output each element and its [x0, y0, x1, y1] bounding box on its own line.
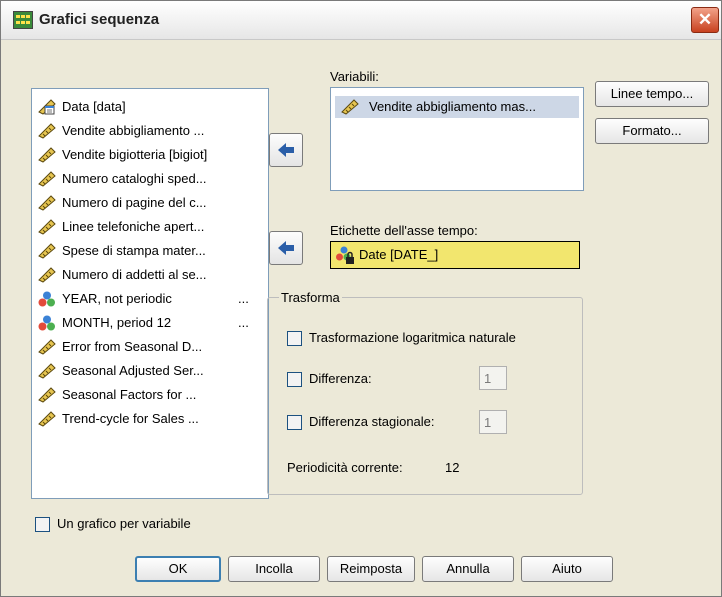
list-item-label: Seasonal Adjusted Ser... — [62, 363, 204, 378]
scale-ruler-icon — [38, 387, 56, 403]
list-item[interactable]: Numero cataloghi sped... — [38, 169, 264, 189]
nominal-date-icon — [335, 246, 355, 264]
seasonal-difference-label: Differenza stagionale: — [309, 414, 435, 429]
list-item-label: MONTH, period 12 — [62, 315, 172, 330]
reset-button[interactable]: Reimposta — [327, 556, 415, 582]
list-item[interactable]: Numero di pagine del c... — [38, 193, 264, 213]
one-chart-per-variable-checkbox[interactable] — [35, 517, 50, 532]
scale-ruler-icon — [341, 99, 359, 115]
title-bar[interactable]: Grafici sequenza ✕ — [1, 1, 721, 40]
natural-log-checkbox[interactable] — [287, 331, 302, 346]
list-item-label: Numero cataloghi sped... — [62, 171, 207, 186]
list-item-label: YEAR, not periodic — [62, 291, 172, 306]
list-item[interactable]: Trend-cycle for Sales ... — [38, 409, 264, 429]
current-periodicity-value: 12 — [445, 460, 460, 475]
window-title: Grafici sequenza — [39, 11, 160, 28]
list-item-label: Vendite abbigliamento ... — [62, 123, 205, 138]
list-item-ellipsis: ... — [238, 315, 249, 330]
move-to-variables-button[interactable] — [269, 133, 303, 167]
list-item[interactable]: Seasonal Adjusted Ser... — [38, 361, 264, 381]
selected-variable-label: Vendite abbigliamento mas... — [369, 99, 536, 114]
source-variable-list[interactable]: Data [data] Vendite abbigliamento ... Vend… — [31, 88, 269, 499]
list-item-label: Numero di addetti al se... — [62, 267, 207, 282]
difference-checkbox[interactable] — [287, 372, 302, 387]
scale-ruler-icon — [38, 267, 56, 283]
nominal-icon — [38, 315, 56, 331]
list-item-label: Linee telefoniche apert... — [62, 219, 205, 234]
time-axis-label: Etichette dell'asse tempo: — [330, 223, 478, 238]
scale-ruler-icon — [38, 219, 56, 235]
list-item-label: Seasonal Factors for ... — [62, 387, 197, 402]
selected-variable-item[interactable]: Vendite abbigliamento mas... — [335, 96, 579, 118]
current-periodicity-label: Periodicità corrente: — [287, 460, 403, 475]
difference-spinner[interactable]: 1 — [479, 366, 507, 390]
time-axis-field[interactable]: Date [DATE_] — [330, 241, 580, 269]
transform-group-title: Trasforma — [279, 290, 342, 305]
cancel-button[interactable]: Annulla — [422, 556, 514, 582]
list-item[interactable]: Linee telefoniche apert... — [38, 217, 264, 237]
dialog-window: Grafici sequenza ✕ Data [data] Vendite ab… — [0, 0, 722, 597]
list-item[interactable]: Vendite abbigliamento ... — [38, 121, 264, 141]
list-item-label: Vendite bigiotteria [bigiot] — [62, 147, 208, 162]
list-item[interactable]: Data [data] — [38, 97, 264, 117]
scale-ruler-icon — [38, 147, 56, 163]
variables-label: Variabili: — [330, 69, 379, 84]
help-button[interactable]: Aiuto — [521, 556, 613, 582]
scale-ruler-icon — [38, 195, 56, 211]
nominal-icon — [38, 291, 56, 307]
list-item-label: Data [data] — [62, 99, 126, 114]
arrow-left-icon — [278, 241, 294, 255]
list-item-label: Numero di pagine del c... — [62, 195, 207, 210]
format-button[interactable]: Formato... — [595, 118, 709, 144]
list-item-ellipsis: ... — [238, 291, 249, 306]
variables-list[interactable]: Vendite abbigliamento mas... — [330, 87, 584, 191]
list-item[interactable]: MONTH, period 12... — [38, 313, 264, 333]
seasonal-difference-spinner[interactable]: 1 — [479, 410, 507, 434]
scale-ruler-icon — [38, 411, 56, 427]
paste-button[interactable]: Incolla — [228, 556, 320, 582]
list-item[interactable]: Error from Seasonal D... — [38, 337, 264, 357]
scale-ruler-icon — [38, 243, 56, 259]
list-item-label: Error from Seasonal D... — [62, 339, 203, 354]
time-axis-value: Date [DATE_] — [359, 247, 439, 262]
seasonal-difference-checkbox[interactable] — [287, 415, 302, 430]
scale-ruler-icon — [38, 123, 56, 139]
date-ruler-icon — [38, 99, 56, 115]
close-icon: ✕ — [697, 10, 713, 29]
difference-label: Differenza: — [309, 371, 372, 386]
one-chart-per-variable-label: Un grafico per variabile — [57, 516, 191, 531]
list-item[interactable]: Spese di stampa mater... — [38, 241, 264, 261]
close-button[interactable]: ✕ — [691, 7, 719, 33]
move-to-time-axis-button[interactable] — [269, 231, 303, 265]
arrow-left-icon — [278, 143, 294, 157]
natural-log-label: Trasformazione logaritmica naturale — [309, 330, 516, 345]
scale-ruler-icon — [38, 171, 56, 187]
ok-button[interactable]: OK — [135, 556, 221, 582]
scale-ruler-icon — [38, 363, 56, 379]
list-item-label: Spese di stampa mater... — [62, 243, 206, 258]
list-item[interactable]: Seasonal Factors for ... — [38, 385, 264, 405]
list-item[interactable]: YEAR, not periodic... — [38, 289, 264, 309]
time-lines-button[interactable]: Linee tempo... — [595, 81, 709, 107]
scale-ruler-icon — [38, 339, 56, 355]
list-item[interactable]: Numero di addetti al se... — [38, 265, 264, 285]
list-item-label: Trend-cycle for Sales ... — [62, 411, 199, 426]
chart-app-icon — [13, 11, 33, 29]
list-item[interactable]: Vendite bigiotteria [bigiot] — [38, 145, 264, 165]
